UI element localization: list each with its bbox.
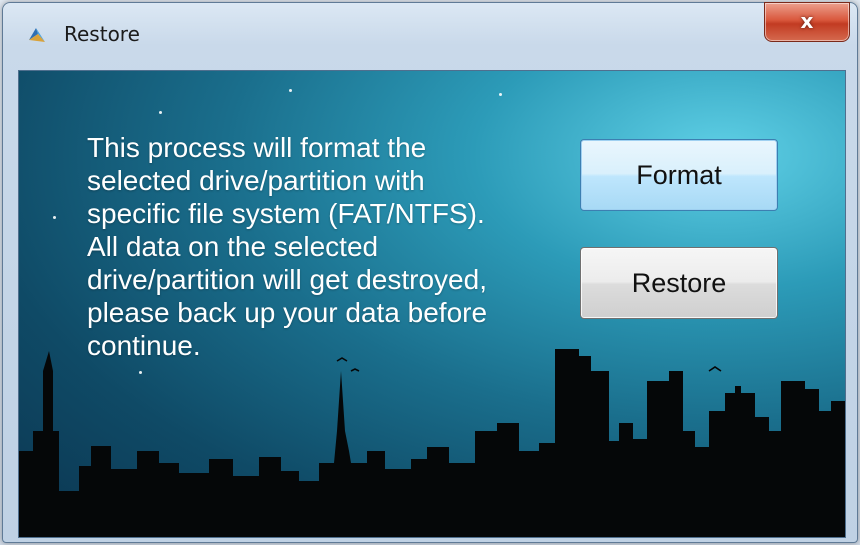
- window-title: Restore: [64, 22, 140, 46]
- title-bar[interactable]: Restore x: [2, 2, 858, 68]
- message-line: drive/partition will get destroyed,: [87, 264, 487, 295]
- message-line: continue.: [87, 330, 201, 361]
- message-line: selected drive/partition with: [87, 165, 425, 196]
- restore-dialog: Restore x This process will format the s…: [2, 2, 858, 543]
- message-line: specific file system (FAT/NTFS).: [87, 198, 485, 229]
- close-button[interactable]: x: [764, 2, 850, 42]
- message-line: All data on the selected: [87, 231, 379, 262]
- close-icon: x: [800, 9, 814, 33]
- message-line: This process will format the: [87, 132, 427, 163]
- restore-button[interactable]: Restore: [580, 247, 778, 319]
- message-line: please back up your data before: [87, 297, 488, 328]
- dialog-content: This process will format the selected dr…: [18, 70, 846, 538]
- warning-message: This process will format the selected dr…: [87, 131, 567, 362]
- app-icon: [26, 24, 48, 46]
- format-button[interactable]: Format: [580, 139, 778, 211]
